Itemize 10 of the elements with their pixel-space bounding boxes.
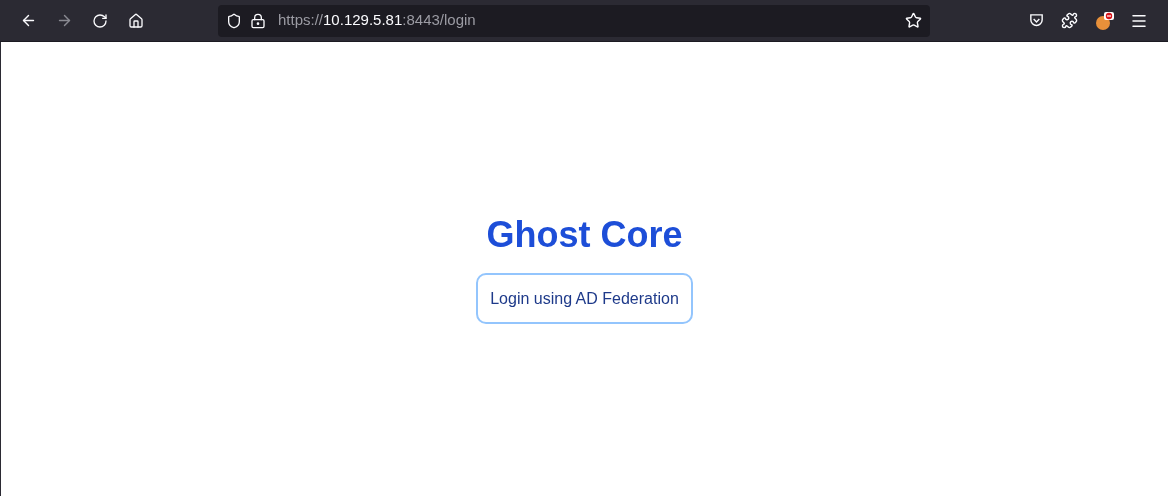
- page-title: Ghost Core: [486, 213, 683, 257]
- shield-icon: [226, 12, 242, 29]
- url-text: https://10.129.5.81:8443/login: [278, 10, 476, 31]
- address-bar[interactable]: https://10.129.5.81:8443/login: [218, 4, 930, 37]
- extensions-icon[interactable]: [1061, 12, 1078, 29]
- pocket-icon[interactable]: [1028, 12, 1045, 29]
- bookmark-star-icon[interactable]: [905, 12, 922, 29]
- reload-icon: [92, 12, 108, 29]
- login-button[interactable]: Login using AD Federation: [476, 273, 693, 324]
- home-icon: [128, 12, 144, 29]
